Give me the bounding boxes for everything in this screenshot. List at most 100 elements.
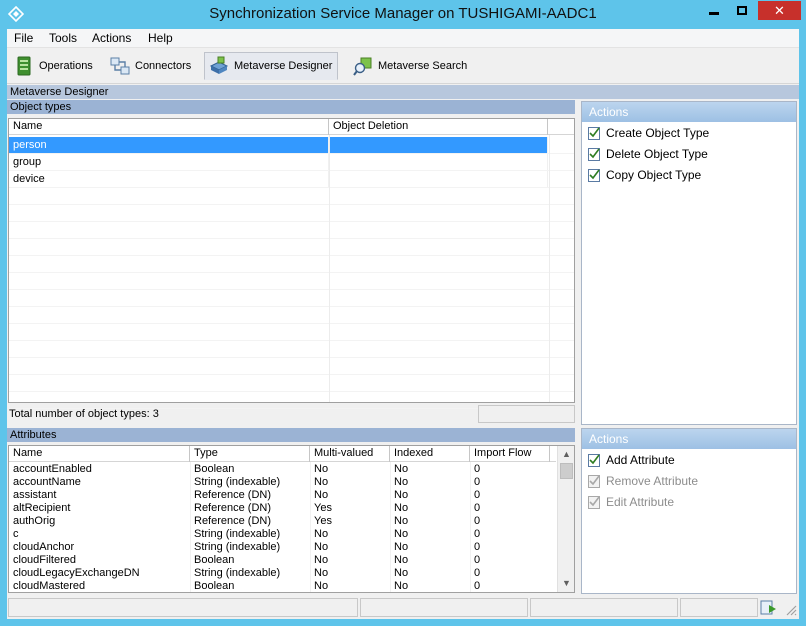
metaverse-designer-button[interactable]: Metaverse Designer — [204, 52, 339, 80]
column-header-import-flow[interactable]: Import Flow — [470, 446, 550, 462]
attribute-row[interactable]: cloudMastered Boolean No No 0 — [9, 580, 550, 593]
connectors-button[interactable]: Connectors — [106, 52, 196, 80]
scroll-up-arrow-icon[interactable]: ▲ — [559, 447, 574, 462]
close-button[interactable]: ✕ — [757, 0, 802, 21]
object-type-deletion — [329, 137, 548, 154]
action-checklist-icon — [588, 169, 600, 182]
scroll-down-arrow-icon[interactable]: ▼ — [559, 576, 574, 591]
attribute-name: c — [13, 528, 19, 540]
metaverse-search-icon — [353, 57, 372, 76]
column-header-name[interactable]: Name — [9, 446, 190, 462]
grid-row-line — [9, 272, 574, 273]
grid-row-line — [9, 374, 574, 375]
attribute-indexed: No — [394, 463, 409, 475]
column-divider — [329, 135, 330, 402]
attribute-multi-valued: Yes — [314, 502, 332, 514]
menu-actions[interactable]: Actions — [88, 31, 135, 45]
connectors-label: Connectors — [135, 60, 192, 72]
attribute-name: authOrig — [13, 515, 56, 527]
attribute-import-flow: 0 — [474, 463, 481, 475]
attribute-row[interactable]: altRecipient Reference (DN) Yes No 0 — [9, 502, 550, 515]
attribute-name: accountEnabled — [13, 463, 92, 475]
attribute-row[interactable]: cloudFiltered Boolean No No 0 — [9, 554, 550, 567]
column-divider — [310, 462, 311, 592]
attribute-import-flow: 0 — [474, 502, 481, 514]
menu-help[interactable]: Help — [144, 31, 177, 45]
object-types-grid: Name Object Deletion person group device — [8, 118, 575, 409]
attribute-type: Reference (DN) — [194, 489, 272, 501]
attribute-name: altRecipient — [13, 502, 71, 514]
object-type-row-person[interactable]: person — [9, 137, 548, 154]
delete-object-type-action[interactable]: Delete Object Type — [588, 147, 708, 161]
status-pane — [8, 598, 358, 617]
add-attribute-action[interactable]: Add Attribute — [588, 453, 675, 467]
attribute-import-flow: 0 — [474, 541, 481, 553]
remove-attribute-action[interactable]: Remove Attribute — [588, 474, 698, 488]
operations-button[interactable]: Operations — [10, 52, 98, 80]
grid-row-line — [9, 238, 574, 239]
attribute-import-flow: 0 — [474, 528, 481, 540]
create-object-type-action[interactable]: Create Object Type — [588, 126, 709, 140]
actions-title: Actions — [582, 429, 796, 449]
column-header-type[interactable]: Type — [190, 446, 310, 462]
attribute-name: cloudAnchor — [13, 541, 75, 553]
grid-row-line — [9, 255, 574, 256]
column-divider — [390, 462, 391, 592]
attribute-row[interactable]: authOrig Reference (DN) Yes No 0 — [9, 515, 550, 528]
connectors-icon — [110, 57, 130, 75]
attribute-name: cloudFiltered — [13, 554, 76, 566]
grid-row-line — [9, 391, 574, 392]
action-label: Create Object Type — [606, 126, 710, 140]
grid-row-line — [9, 204, 574, 205]
attribute-row[interactable]: c String (indexable) No No 0 — [9, 528, 550, 541]
object-type-row-group[interactable]: group — [9, 154, 548, 171]
object-type-row-device[interactable]: device — [9, 171, 548, 188]
column-header-name[interactable]: Name — [9, 119, 329, 135]
action-label: Edit Attribute — [606, 495, 675, 509]
edit-attribute-action[interactable]: Edit Attribute — [588, 495, 674, 509]
object-types-status-box — [478, 405, 575, 423]
copy-object-type-action[interactable]: Copy Object Type — [588, 168, 701, 182]
resize-grip-icon[interactable] — [785, 604, 797, 616]
attribute-row[interactable]: assistant Reference (DN) No No 0 — [9, 489, 550, 502]
attribute-type: String (indexable) — [194, 541, 281, 553]
column-header-object-deletion[interactable]: Object Deletion — [329, 119, 548, 135]
attribute-type: String (indexable) — [194, 476, 281, 488]
status-pane — [530, 598, 678, 617]
attribute-row[interactable]: accountEnabled Boolean No No 0 — [9, 463, 550, 476]
maximize-button[interactable] — [729, 0, 755, 21]
metaverse-search-button[interactable]: Metaverse Search — [349, 52, 472, 80]
attribute-indexed: No — [394, 541, 409, 553]
attribute-row[interactable]: cloudAnchor String (indexable) No No 0 — [9, 541, 550, 554]
attribute-name: assistant — [13, 489, 57, 501]
minimize-button[interactable] — [701, 0, 727, 21]
actions-title: Actions — [582, 102, 796, 122]
attribute-row[interactable]: accountName String (indexable) No No 0 — [9, 476, 550, 489]
maximize-icon — [737, 6, 747, 15]
attribute-import-flow: 0 — [474, 567, 481, 579]
grid-row-line — [9, 153, 574, 154]
attribute-indexed: No — [394, 502, 409, 514]
object-type-actions-panel: Actions Create Object Type Delete Object… — [581, 101, 797, 425]
attributes-scrollbar[interactable]: ▲ ▼ — [557, 446, 574, 592]
attribute-multi-valued: No — [314, 541, 329, 553]
object-types-header: Object types — [7, 100, 575, 114]
attributes-grid: Name Type Multi-valued Indexed Import Fl… — [8, 445, 575, 593]
grid-row-line — [9, 357, 574, 358]
attribute-import-flow: 0 — [474, 554, 481, 566]
column-header-multi-valued[interactable]: Multi-valued — [310, 446, 390, 462]
attribute-import-flow: 0 — [474, 580, 481, 592]
app-window: Synchronization Service Manager on TUSHI… — [0, 0, 806, 626]
attribute-row[interactable]: cloudLegacyExchangeDN String (indexable) N… — [9, 567, 550, 580]
object-types-total: Total number of object types: 3 — [9, 408, 159, 420]
title-bar[interactable]: Synchronization Service Manager on TUSHI… — [0, 0, 806, 29]
scroll-thumb[interactable] — [560, 463, 573, 479]
attribute-indexed: No — [394, 580, 409, 592]
object-type-name: device — [9, 171, 329, 188]
menu-file[interactable]: File — [10, 31, 37, 45]
menu-tools[interactable]: Tools — [45, 31, 81, 45]
attribute-type: String (indexable) — [194, 567, 281, 579]
column-header-indexed[interactable]: Indexed — [390, 446, 470, 462]
attribute-indexed: No — [394, 528, 409, 540]
page-title: Metaverse Designer — [7, 85, 799, 99]
